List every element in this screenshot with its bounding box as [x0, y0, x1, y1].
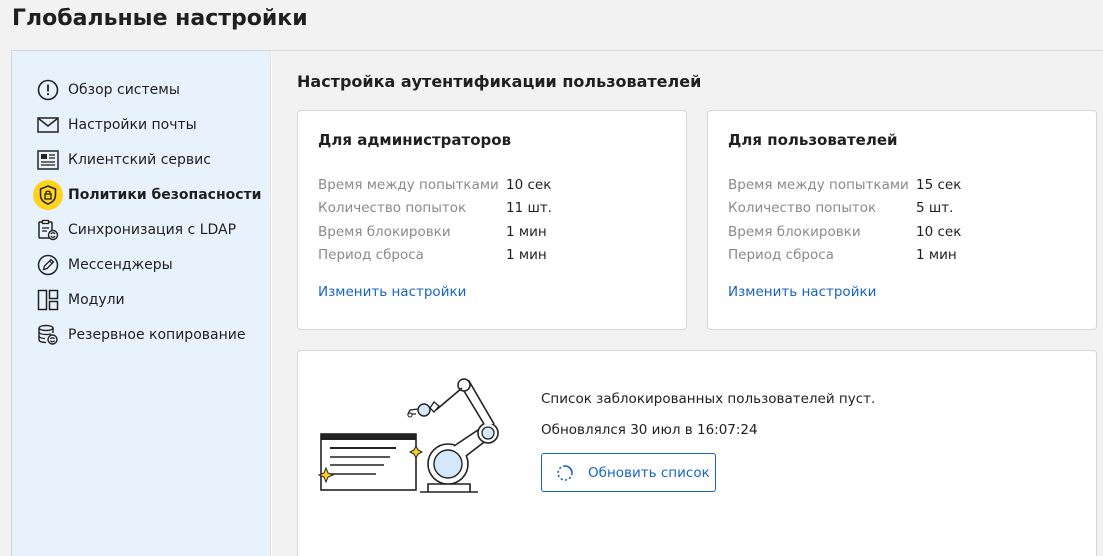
- param-label: Количество попыток: [728, 200, 877, 217]
- updated-timestamp: Обновлялся 30 июл в 16:07:24: [541, 422, 758, 438]
- param-label: Время между попытками: [728, 176, 909, 193]
- sidebar-item-messengers[interactable]: Мессенджеры: [12, 247, 270, 282]
- param-row: Период сброса 1 мин: [318, 244, 552, 268]
- sidebar-item-modules[interactable]: Модули: [12, 282, 270, 317]
- pen-circle-icon: [36, 253, 60, 277]
- mail-icon: [36, 113, 60, 137]
- sidebar-item-backup[interactable]: Резервное копирование: [12, 317, 270, 352]
- newspaper-icon: [36, 148, 60, 172]
- sidebar-item-label: Модули: [68, 291, 125, 308]
- sidebar-item-label: Синхронизация с LDAP: [68, 221, 237, 238]
- param-value: 10 сек: [916, 223, 962, 240]
- sidebar: Обзор системы Настройки почты Клиентский…: [12, 51, 271, 556]
- param-label: Количество попыток: [318, 200, 467, 217]
- sidebar-item-ldap-sync[interactable]: Синхронизация с LDAP: [12, 212, 270, 247]
- users-auth-card: Для пользователей Время между попытками …: [707, 110, 1097, 330]
- param-value: 11 шт.: [506, 200, 552, 217]
- sidebar-item-label: Политики безопасности: [68, 186, 262, 203]
- param-label: Период сброса: [728, 247, 834, 264]
- param-row: Время между попытками 10 сек: [318, 173, 552, 197]
- sidebar-item-security-policies[interactable]: Политики безопасности: [12, 177, 270, 212]
- param-row: Время блокировки 10 сек: [728, 220, 961, 244]
- refresh-button-label: Обновить список: [588, 464, 710, 481]
- settings-frame: Обзор системы Настройки почты Клиентский…: [11, 50, 1103, 556]
- param-value: 1 мин: [916, 247, 957, 264]
- sidebar-item-client-service[interactable]: Клиентский сервис: [12, 142, 270, 177]
- sidebar-item-label: Резервное копирование: [68, 326, 246, 343]
- param-row: Время между попытками 15 сек: [728, 173, 961, 197]
- database-backup-icon: [36, 323, 60, 347]
- refresh-spinner-icon: [556, 464, 574, 482]
- sidebar-item-mail-settings[interactable]: Настройки почты: [12, 107, 270, 142]
- sidebar-item-label: Обзор системы: [68, 81, 180, 98]
- info-icon: [36, 78, 60, 102]
- card-title: Для администраторов: [318, 131, 512, 149]
- edit-user-settings-link[interactable]: Изменить настройки: [728, 284, 876, 300]
- blocked-empty-text: Список заблокированных пользователей пус…: [541, 391, 876, 407]
- params-list: Время между попытками 15 сек Количество …: [728, 173, 961, 267]
- blocked-users-card: Список заблокированных пользователей пус…: [297, 350, 1097, 556]
- robot-arm-illustration: [316, 376, 506, 510]
- param-value: 15 сек: [916, 176, 962, 193]
- param-row: Количество попыток 11 шт.: [318, 197, 552, 221]
- param-row: Период сброса 1 мин: [728, 244, 961, 268]
- card-title: Для пользователей: [728, 131, 898, 149]
- param-label: Период сброса: [318, 247, 424, 264]
- sidebar-item-label: Настройки почты: [68, 116, 197, 133]
- admins-auth-card: Для администраторов Время между попыткам…: [297, 110, 687, 330]
- param-label: Время блокировки: [318, 223, 451, 240]
- param-value: 5 шт.: [916, 200, 954, 217]
- param-row: Время блокировки 1 мин: [318, 220, 552, 244]
- param-label: Время блокировки: [728, 223, 861, 240]
- modules-icon: [36, 288, 60, 312]
- refresh-list-button[interactable]: Обновить список: [541, 453, 716, 492]
- edit-admin-settings-link[interactable]: Изменить настройки: [318, 284, 466, 300]
- sidebar-item-label: Клиентский сервис: [68, 151, 211, 168]
- param-value: 10 сек: [506, 176, 552, 193]
- params-list: Время между попытками 10 сек Количество …: [318, 173, 552, 267]
- sidebar-item-system-overview[interactable]: Обзор системы: [12, 72, 270, 107]
- param-label: Время между попытками: [318, 176, 499, 193]
- sidebar-item-label: Мессенджеры: [68, 256, 173, 273]
- sync-clipboard-icon: [36, 218, 60, 242]
- section-title: Настройка аутентификации пользователей: [297, 72, 702, 91]
- param-value: 1 мин: [506, 247, 547, 264]
- param-value: 1 мин: [506, 223, 547, 240]
- shield-lock-icon: [33, 179, 63, 210]
- page-title: Глобальные настройки: [12, 6, 308, 31]
- main-content: Настройка аутентификации пользователей Д…: [272, 51, 1103, 556]
- param-row: Количество попыток 5 шт.: [728, 197, 961, 221]
